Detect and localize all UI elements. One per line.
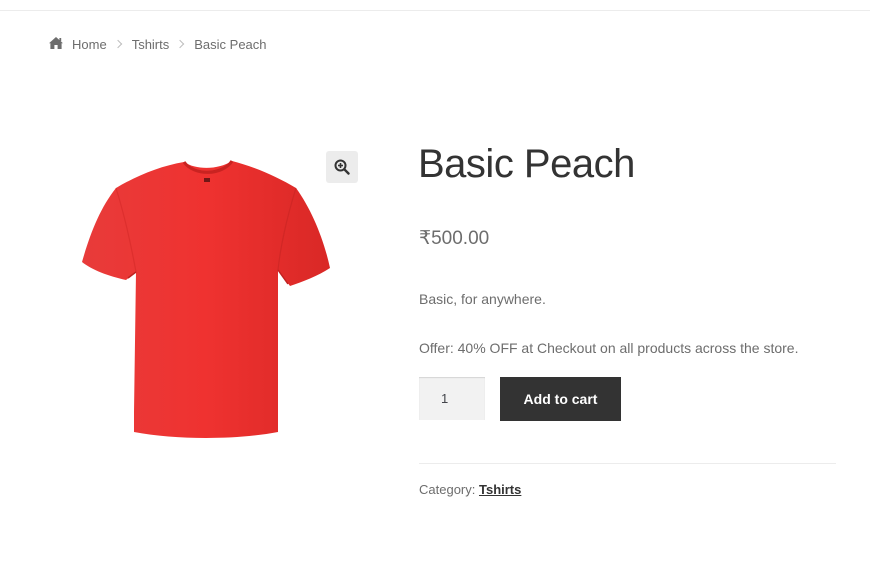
- product-short-description: Basic, for anywhere.: [419, 291, 546, 307]
- chevron-right-icon: [113, 39, 122, 49]
- quantity-input[interactable]: [419, 377, 485, 420]
- breadcrumb-current: Basic Peach: [194, 36, 267, 52]
- home-icon[interactable]: [48, 36, 64, 52]
- product-meta-divider: [419, 463, 836, 464]
- category-label: Category:: [419, 482, 479, 497]
- product-category: Category: Tshirts: [419, 482, 521, 497]
- zoom-in-icon: [334, 159, 350, 175]
- product-title: Basic Peach: [418, 142, 635, 186]
- product-price: ₹500.00: [419, 228, 490, 249]
- breadcrumb-home-link[interactable]: Home: [72, 37, 107, 52]
- breadcrumb-tshirts-link[interactable]: Tshirts: [132, 37, 170, 52]
- category-link[interactable]: Tshirts: [479, 482, 521, 497]
- offer-text: Offer: 40% OFF at Checkout on all produc…: [419, 340, 799, 356]
- header-divider: [0, 10, 870, 11]
- product-image[interactable]: [76, 150, 336, 440]
- red-tshirt-image: [82, 160, 330, 438]
- add-to-cart-button[interactable]: Add to cart: [500, 377, 621, 421]
- chevron-right-icon: [176, 39, 185, 49]
- breadcrumb: Home Tshirts Basic Peach: [48, 36, 267, 52]
- zoom-button[interactable]: [326, 151, 358, 183]
